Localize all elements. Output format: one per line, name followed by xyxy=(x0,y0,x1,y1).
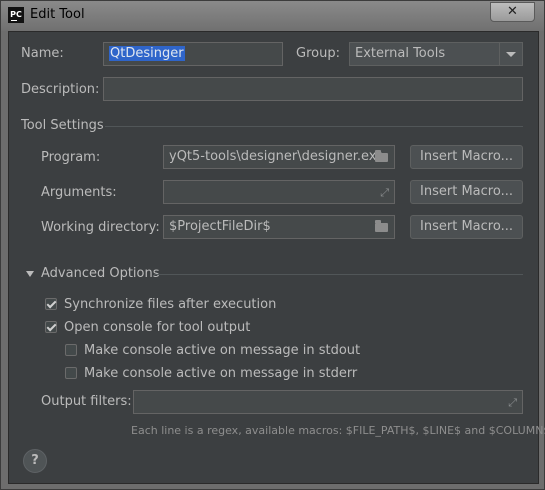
active-stderr-label[interactable]: Make console active on message in stderr xyxy=(84,366,357,381)
tool-settings-separator xyxy=(105,126,523,127)
insert-macro-button-program[interactable]: Insert Macro... xyxy=(410,145,523,169)
group-value: External Tools xyxy=(355,46,446,61)
working-directory-label: Working directory: xyxy=(41,220,160,235)
program-label: Program: xyxy=(41,150,101,165)
group-label: Group: xyxy=(296,46,340,61)
working-directory-input[interactable]: $ProjectFileDir$ xyxy=(163,215,395,239)
output-filters-hint: Each line is a regex, available macros: … xyxy=(131,424,545,437)
chevron-down-icon[interactable] xyxy=(499,43,522,65)
name-value: QtDesinger xyxy=(109,46,185,61)
active-stdout-checkbox[interactable] xyxy=(65,344,77,356)
insert-macro-button-working-directory[interactable]: Insert Macro... xyxy=(410,215,523,239)
open-console-checkbox[interactable] xyxy=(45,321,57,333)
arguments-label: Arguments: xyxy=(41,185,117,200)
folder-icon[interactable] xyxy=(375,220,388,232)
working-directory-value: $ProjectFileDir$ xyxy=(169,219,271,234)
program-value: yQt5-tools\designer\designer.exe xyxy=(169,149,385,164)
name-input[interactable]: QtDesinger xyxy=(103,42,283,66)
sync-files-label[interactable]: Synchronize files after execution xyxy=(64,297,276,312)
title-bar: PC Edit Tool ✕ xyxy=(1,1,544,31)
sync-files-checkbox[interactable] xyxy=(45,298,57,310)
close-icon: ✕ xyxy=(507,4,518,19)
insert-macro-button-arguments[interactable]: Insert Macro... xyxy=(410,180,523,204)
expand-icon[interactable]: ⤢ xyxy=(380,186,389,200)
output-filters-input[interactable]: ⤢ xyxy=(133,390,523,414)
group-combobox[interactable]: External Tools xyxy=(349,42,523,66)
pycharm-app-icon: PC xyxy=(8,7,24,23)
open-console-label[interactable]: Open console for tool output xyxy=(64,320,250,335)
help-button[interactable]: ? xyxy=(23,449,47,473)
active-stdout-label[interactable]: Make console active on message in stdout xyxy=(84,343,360,358)
advanced-options-section-label[interactable]: Advanced Options xyxy=(41,266,160,281)
active-stderr-checkbox[interactable] xyxy=(65,367,77,379)
name-label: Name: xyxy=(21,46,64,61)
dialog-content: Name: QtDesinger Group: External Tools D… xyxy=(8,31,545,484)
description-label: Description: xyxy=(21,82,100,97)
tool-settings-section-label: Tool Settings xyxy=(21,118,104,133)
help-icon: ? xyxy=(31,453,39,468)
program-input[interactable]: yQt5-tools\designer\designer.exe xyxy=(163,145,395,169)
output-filters-label: Output filters: xyxy=(41,394,132,409)
edit-tool-dialog: PC Edit Tool ✕ Name: QtDesinger Group: E… xyxy=(0,0,545,490)
arguments-input[interactable]: ⤢ xyxy=(163,180,395,204)
close-button[interactable]: ✕ xyxy=(490,2,535,22)
expand-icon[interactable]: ⤢ xyxy=(508,396,517,410)
collapse-arrow-icon[interactable] xyxy=(26,271,34,277)
description-input[interactable] xyxy=(103,77,523,101)
advanced-options-separator xyxy=(154,274,523,275)
folder-icon[interactable] xyxy=(375,150,388,162)
window-title: Edit Tool xyxy=(30,7,85,22)
